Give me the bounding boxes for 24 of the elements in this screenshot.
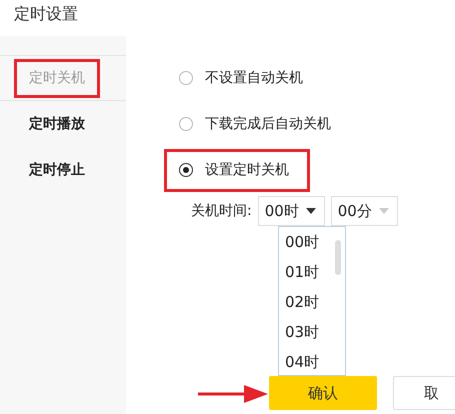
radio-label: 设置定时关机 (205, 160, 289, 180)
cancel-button[interactable]: 取 (393, 376, 455, 410)
radio-label: 不设置自动关机 (205, 68, 303, 88)
radio-option[interactable]: 不设置自动关机 (164, 56, 324, 100)
sidebar-item[interactable]: 定时停止 (0, 147, 126, 193)
radio-button[interactable] (179, 163, 193, 177)
radio-button[interactable] (179, 71, 193, 85)
radio-label: 下载完成后自动关机 (205, 114, 331, 134)
dropdown-option[interactable]: 03时 (279, 317, 345, 347)
radio-button[interactable] (179, 117, 193, 131)
confirm-button[interactable]: 确认 (269, 376, 377, 410)
radio-option[interactable]: 设置定时关机 (164, 148, 310, 192)
caret-icon (306, 208, 316, 214)
sidebar-item[interactable]: 定时播放 (0, 101, 126, 147)
hour-dropdown[interactable]: 00时 (258, 196, 325, 226)
dropdown-option[interactable]: 01时 (279, 257, 345, 287)
radio-option[interactable]: 下载完成后自动关机 (164, 102, 352, 146)
scrollbar-thumb[interactable] (335, 240, 341, 275)
dialog-title: 定时设置 (13, 3, 79, 25)
dropdown-option[interactable]: 04时 (279, 347, 345, 377)
dropdown-option[interactable]: 00时 (279, 227, 345, 257)
caret-icon (378, 208, 389, 214)
dropdown-option[interactable]: 02时 (279, 287, 345, 317)
field-label: 关机时间: (191, 202, 252, 220)
